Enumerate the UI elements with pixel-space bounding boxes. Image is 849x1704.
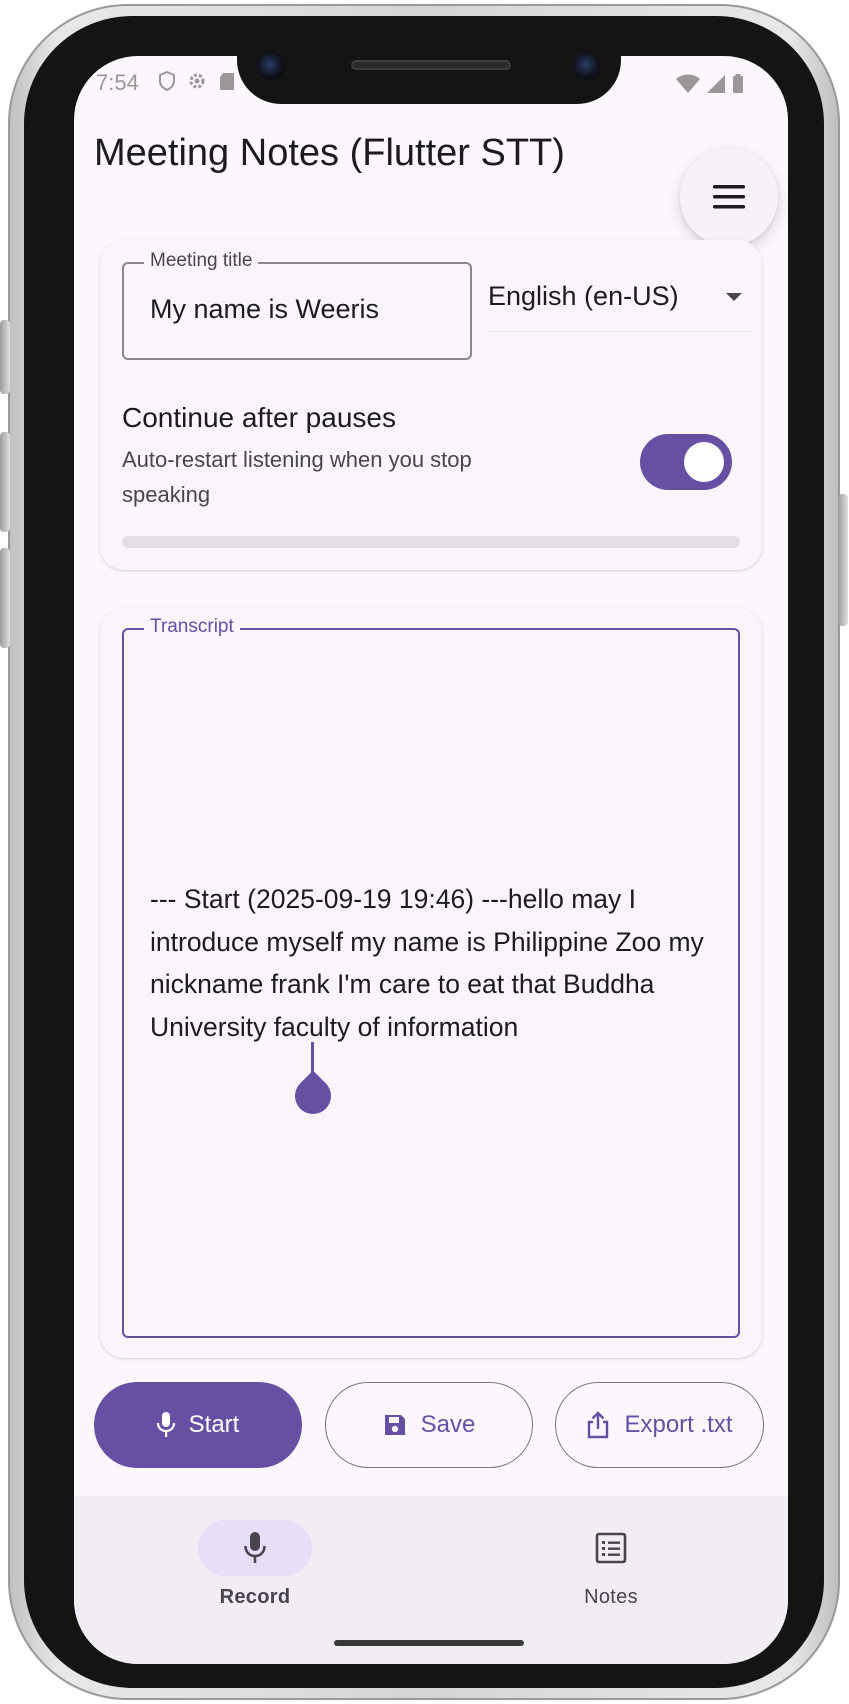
front-camera-icon: [257, 52, 285, 80]
list-icon: [595, 1532, 627, 1564]
side-button: [0, 320, 10, 394]
save-button[interactable]: Save: [325, 1382, 533, 1468]
continue-after-pauses-subtitle: Auto-restart listening when you stop spe…: [122, 447, 472, 507]
export-txt-button[interactable]: Export .txt: [555, 1382, 764, 1468]
save-icon: [384, 1415, 405, 1435]
status-time: 7:54: [96, 70, 139, 95]
share-icon: [588, 1411, 609, 1439]
transcript-field[interactable]: Transcript --- Start (2025-09-19 19:46) …: [122, 616, 740, 1338]
nav-item-notes[interactable]: Notes: [511, 1496, 711, 1609]
mic-icon: [156, 1412, 175, 1437]
text-cursor-handle[interactable]: [287, 1070, 339, 1122]
transcript-label: Transcript: [144, 616, 240, 638]
sd-card-icon: [220, 73, 234, 90]
menu-icon: [713, 185, 745, 209]
volume-down-button: [0, 548, 10, 648]
nav-indicator: [198, 1520, 312, 1576]
meeting-title-label: Meeting title: [144, 250, 259, 272]
battery-icon: [733, 74, 743, 93]
mic-icon: [244, 1532, 266, 1563]
power-button: [838, 494, 848, 626]
page-title: Meeting Notes (Flutter STT): [94, 132, 565, 174]
notch: [237, 44, 621, 104]
wifi-icon: [676, 74, 700, 93]
transcript-text[interactable]: --- Start (2025-09-19 19:46) ---hello ma…: [150, 878, 710, 1048]
signal-icon: [707, 75, 725, 93]
nav-item-record[interactable]: Record: [155, 1496, 355, 1609]
sensor-icon: [573, 52, 601, 80]
shield-icon: [159, 71, 175, 91]
dropdown-arrow-icon: [726, 292, 742, 301]
export-button-label: Export .txt: [624, 1411, 733, 1438]
nav-label-notes: Notes: [584, 1586, 638, 1608]
language-dropdown[interactable]: English (en-US): [488, 272, 750, 332]
language-value: English (en-US): [488, 281, 679, 311]
meeting-title-field[interactable]: Meeting title My name is Weeris: [122, 250, 472, 360]
transcript-card: Transcript --- Start (2025-09-19 19:46) …: [100, 608, 762, 1358]
screen: 7:54 Meeting Notes (Flutter STT) Meeting…: [74, 56, 788, 1664]
earpiece-speaker: [351, 60, 511, 70]
listening-progress-bar: [122, 536, 740, 548]
start-button-label: Start: [188, 1411, 240, 1438]
home-indicator[interactable]: [334, 1640, 524, 1646]
start-button[interactable]: Start: [94, 1382, 302, 1468]
meeting-title-input[interactable]: My name is Weeris: [150, 294, 379, 325]
nav-icon-wrap: [554, 1520, 668, 1576]
continue-after-pauses-label: Continue after pauses: [122, 402, 396, 433]
bottom-navigation: Record Notes: [74, 1496, 788, 1664]
toggle-thumb: [684, 442, 724, 482]
menu-button[interactable]: [680, 148, 778, 246]
volume-up-button: [0, 432, 10, 532]
settings-card: Meeting title My name is Weeris English …: [100, 240, 762, 570]
continue-after-pauses-toggle[interactable]: [640, 434, 732, 490]
settings-icon: [189, 73, 205, 89]
phone-frame: 7:54 Meeting Notes (Flutter STT) Meeting…: [0, 4, 848, 1700]
save-button-label: Save: [420, 1411, 476, 1438]
nav-label-record: Record: [219, 1586, 291, 1608]
